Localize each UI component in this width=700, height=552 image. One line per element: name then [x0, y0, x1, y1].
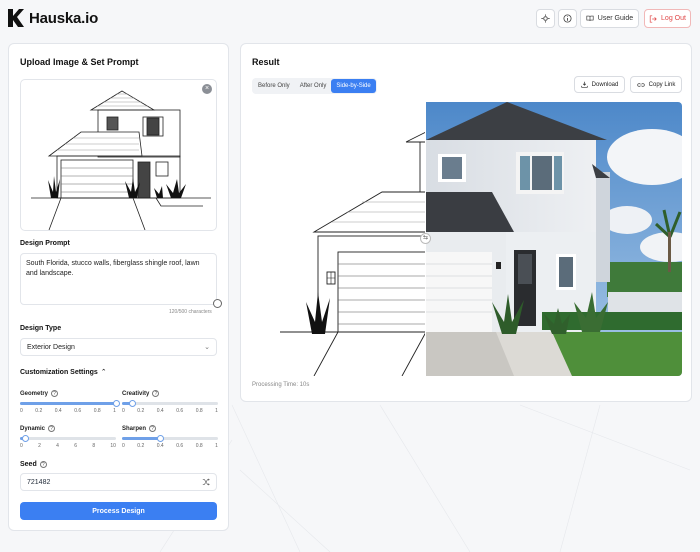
house-sketch: [31, 90, 211, 230]
logo[interactable]: Hauska.io: [8, 9, 98, 27]
remove-image-icon[interactable]: ×: [202, 84, 212, 94]
logout-icon: [649, 14, 657, 23]
slider-tick-label: 0.6: [176, 408, 184, 414]
slider-thumb[interactable]: [21, 435, 29, 442]
slider-tick-label: 0.4: [156, 408, 164, 414]
slider-track[interactable]: [20, 435, 116, 442]
upload-panel: Upload Image & Set Prompt × Design Promp…: [8, 43, 229, 531]
slider-track[interactable]: [122, 435, 218, 442]
slider-tick-label: 1: [215, 443, 218, 449]
slider-tick-label: 6: [74, 443, 78, 449]
slider-tick-label: 0.8: [93, 408, 101, 414]
creativity-slider[interactable]: Creativity? 0 0.2 0.4 0.6 0.8 1: [122, 390, 218, 414]
seed-value: 721482: [27, 478, 51, 486]
link-icon: [637, 82, 645, 87]
tab-before-only[interactable]: Before Only: [253, 79, 295, 93]
tab-side-by-side[interactable]: Side-by-Side: [331, 79, 376, 93]
comparison-view[interactable]: ⇆: [252, 102, 682, 376]
design-type-value: Exterior Design: [27, 343, 75, 351]
help-icon[interactable]: ?: [48, 425, 56, 432]
help-icon[interactable]: ?: [152, 390, 160, 397]
design-prompt-label: Design Prompt: [20, 240, 70, 247]
sharpen-slider[interactable]: Sharpen? 0 0.2 0.4 0.6 0.8 1: [122, 425, 218, 449]
logo-icon: [8, 9, 24, 27]
dynamic-label: Dynamic: [20, 425, 46, 432]
upload-panel-title: Upload Image & Set Prompt: [20, 57, 139, 67]
info-icon: [563, 14, 572, 23]
slider-tick-label: 0: [20, 408, 23, 414]
download-button[interactable]: Download: [574, 76, 625, 93]
slider-thumb[interactable]: [113, 400, 120, 407]
chevron-down-icon: ⌄: [204, 344, 210, 351]
result-title: Result: [252, 57, 280, 67]
comparison-image: [252, 102, 682, 376]
download-icon: [581, 81, 588, 88]
help-icon[interactable]: ?: [51, 390, 59, 397]
slider-tick-label: 2: [38, 443, 41, 449]
slider-tick-label: 0.6: [176, 443, 184, 449]
slider-tick-label: 0: [20, 443, 23, 449]
seed-input[interactable]: 721482: [20, 473, 217, 491]
slider-tick-label: 0.2: [137, 443, 145, 449]
chevron-up-icon: ⌃: [100, 369, 107, 376]
sharpen-label: Sharpen: [122, 425, 147, 432]
slider-tick-label: 0: [122, 408, 125, 414]
slider-tick-label: 0.8: [195, 408, 203, 414]
char-count: 120/500 characters: [169, 309, 212, 315]
help-icon[interactable]: ?: [149, 425, 157, 432]
slider-tick-label: 0.6: [74, 408, 82, 414]
book-icon: [586, 15, 594, 21]
slider-thumb[interactable]: [128, 400, 136, 407]
geometry-slider[interactable]: Geometry? 0 0.2 0.4 0.6 0.8 1: [20, 390, 120, 414]
slider-thumb[interactable]: [157, 435, 165, 442]
slider-tick-label: 0.8: [195, 443, 203, 449]
design-type-label: Design Type: [20, 325, 62, 332]
help-icon[interactable]: ?: [39, 461, 47, 468]
settings-button[interactable]: [536, 9, 555, 28]
slider-tick-label: 0.2: [137, 408, 145, 414]
user-guide-label: User Guide: [597, 15, 634, 22]
slider-tick-label: 8: [92, 443, 96, 449]
logout-label: Log Out: [661, 15, 686, 22]
shuffle-icon[interactable]: [202, 478, 210, 486]
seed-label: Seed?: [20, 461, 47, 468]
copy-link-label: Copy Link: [648, 81, 676, 88]
slider-tick-label: 1: [113, 408, 116, 414]
slider-track[interactable]: [20, 400, 120, 407]
view-tabs: Before Only After Only Side-by-Side: [252, 78, 377, 94]
uploaded-image[interactable]: ×: [20, 79, 217, 231]
app-name: Hauska.io: [29, 9, 99, 27]
app-header: Hauska.io User Guide Log Out: [0, 0, 700, 38]
process-design-button[interactable]: Process Design: [20, 502, 217, 520]
copy-link-button[interactable]: Copy Link: [630, 76, 682, 93]
info-button[interactable]: [558, 9, 577, 28]
download-label: Download: [591, 81, 619, 88]
creativity-label: Creativity: [122, 390, 150, 397]
logout-button[interactable]: Log Out: [644, 9, 691, 28]
customization-toggle[interactable]: Customization Settings ⌃: [20, 368, 107, 377]
slider-tick-label: 0.4: [54, 408, 62, 414]
processing-time: Processing Time: 10s: [252, 382, 310, 388]
slider-tick-label: 1: [215, 408, 218, 414]
slider-tick-label: 4: [56, 443, 59, 449]
design-prompt-input[interactable]: South Florida, stucco walls, fiberglass …: [20, 253, 217, 305]
result-panel: Result Before Only After Only Side-by-Si…: [240, 43, 692, 402]
slider-tick-label: 10: [110, 443, 116, 449]
settings-icon: [541, 14, 550, 23]
design-type-select[interactable]: Exterior Design ⌄: [20, 338, 217, 356]
slider-tick-label: 0.2: [35, 408, 43, 414]
slider-tick-label: 0.4: [156, 443, 164, 449]
slider-tick-label: 0: [122, 443, 125, 449]
slider-track[interactable]: [122, 400, 218, 407]
drag-handle-icon[interactable]: ⇆: [420, 233, 431, 244]
lightbulb-icon[interactable]: [213, 299, 222, 308]
geometry-label: Geometry: [20, 390, 49, 397]
user-guide-button[interactable]: User Guide: [580, 9, 639, 28]
dynamic-slider[interactable]: Dynamic? 0 2 4 6 8 10: [20, 425, 116, 449]
tab-after-only[interactable]: After Only: [295, 79, 332, 93]
